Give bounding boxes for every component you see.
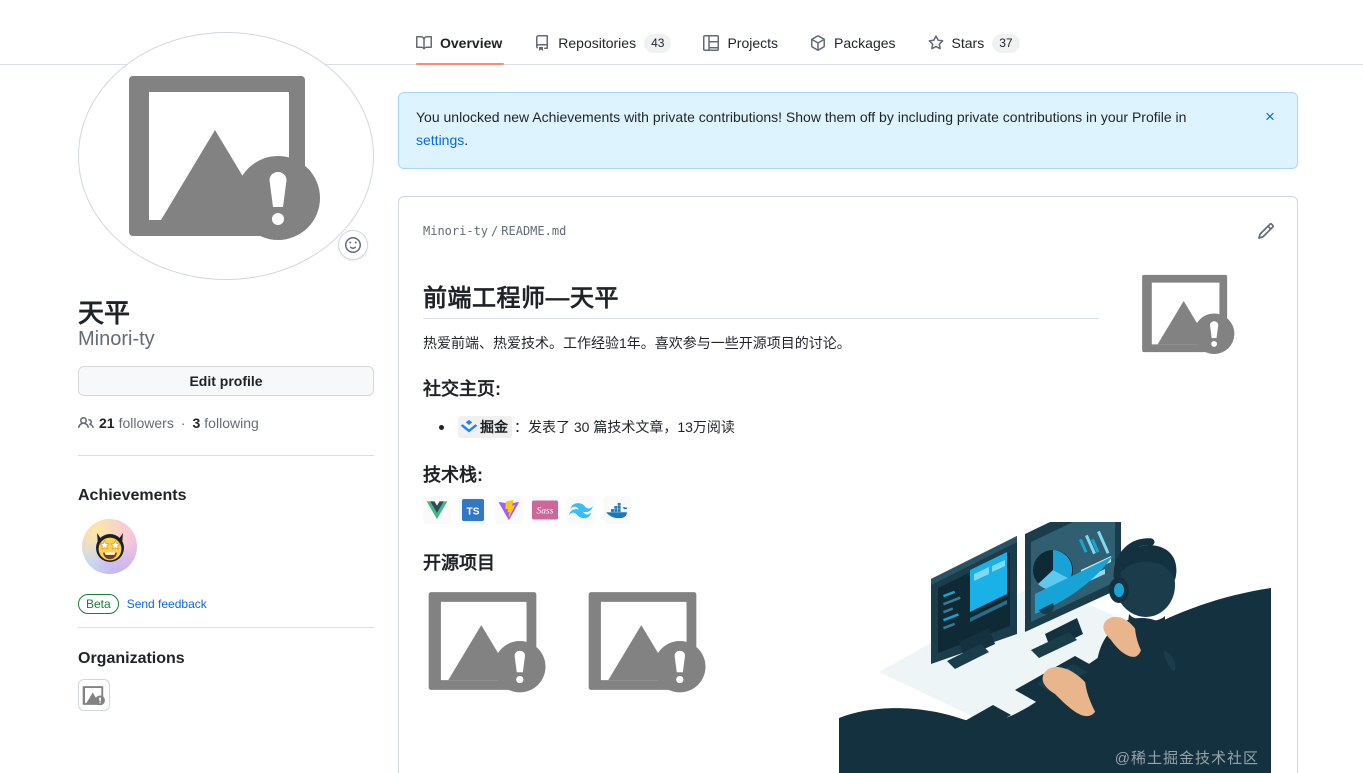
profile-name: 天平 — [78, 298, 131, 328]
watermark: @稀土掘金技术社区 — [1114, 750, 1259, 767]
banner-settings-link[interactable]: settings — [416, 132, 464, 148]
tab-stars-count: 37 — [992, 33, 1020, 53]
project-image-list — [423, 586, 713, 696]
beta-feedback-row: Beta Send feedback — [78, 594, 207, 614]
people-icon — [78, 415, 94, 431]
sidebar-divider-1 — [78, 455, 374, 456]
broken-image-icon — [82, 685, 105, 705]
tab-packages-label: Packages — [834, 35, 896, 51]
juejin-icon — [460, 419, 478, 435]
broken-image-icon — [588, 592, 706, 693]
tab-overview-label: Overview — [440, 35, 503, 51]
social-list-item: 掘金 ：发表了 30 篇技术文章，13万阅读 — [439, 416, 735, 438]
sidebar-divider-2 — [78, 627, 374, 628]
breadcrumb-owner[interactable]: Minori-ty — [423, 224, 488, 238]
section-projects-title: 开源项目 — [423, 553, 495, 573]
bullet-dot — [439, 424, 444, 430]
tab-stars[interactable]: Stars 37 — [912, 22, 1036, 64]
avatar[interactable] — [78, 32, 374, 280]
project-image[interactable] — [583, 586, 713, 696]
readme-header: Minori-ty / README.md — [399, 197, 1297, 246]
breadcrumb-separator: / — [491, 224, 499, 238]
heading-underline — [423, 318, 1099, 319]
banner-text-after: . — [464, 132, 469, 148]
breadcrumb: Minori-ty / README.md — [423, 224, 566, 238]
followers-link[interactable]: 21 followers — [99, 415, 174, 431]
beta-badge: Beta — [78, 594, 119, 614]
organizations-title: Organizations — [78, 650, 185, 667]
vue-icon[interactable] — [423, 496, 451, 524]
readme-heading: 前端工程师—天平 — [423, 285, 619, 312]
social-description: ：发表了 30 篇技术文章，13万阅读 — [514, 419, 735, 435]
broken-image-icon — [1142, 274, 1235, 355]
typescript-icon[interactable]: TS — [459, 496, 487, 524]
broken-image-icon — [129, 76, 320, 240]
table-icon — [703, 35, 720, 51]
edit-profile-button[interactable]: Edit profile — [78, 366, 374, 396]
pencil-icon[interactable] — [1257, 222, 1275, 240]
stats-separator: · — [180, 415, 186, 431]
broken-image-icon — [428, 592, 546, 693]
book-icon — [416, 35, 432, 51]
readme-card: Minori-ty / README.md 前端工程师—天平 热爱前端、热爱技术。工… — [398, 196, 1298, 773]
tab-repositories-count: 43 — [644, 33, 672, 53]
followers-count: 21 — [99, 415, 115, 431]
following-count: 3 — [192, 415, 201, 431]
tab-overview[interactable]: Overview — [416, 22, 518, 65]
juejin-label: 掘金 — [480, 419, 508, 435]
star-icon — [928, 35, 944, 51]
repo-icon — [534, 35, 550, 51]
tab-stars-label: Stars — [951, 35, 985, 51]
followers-stats: 21 followers · 3 following — [78, 415, 259, 431]
tech-stack-list: TS Sass — [423, 496, 631, 524]
readme-header-image[interactable] — [1139, 271, 1239, 361]
achievements-banner: You unlocked new Achievements with priva… — [398, 92, 1298, 169]
profile-login: Minori-ty — [78, 328, 155, 350]
banner-message: You unlocked new Achievements with priva… — [416, 106, 1216, 152]
tab-repositories[interactable]: Repositories 43 — [518, 22, 687, 64]
svg-text:Sass: Sass — [537, 506, 554, 516]
tab-packages[interactable]: Packages — [794, 22, 911, 64]
achievements-title: Achievements — [78, 487, 187, 504]
project-image[interactable] — [423, 586, 553, 696]
tailwind-icon[interactable] — [567, 496, 595, 524]
svg-text:TS: TS — [467, 507, 480, 518]
banner-text-before: You unlocked new Achievements with priva… — [416, 109, 1187, 125]
following-label: following — [204, 415, 259, 431]
profile-page: Overview Repositories 43 Projects Packag… — [0, 0, 1363, 773]
send-feedback-link[interactable]: Send feedback — [127, 597, 207, 611]
smiley-icon[interactable] — [338, 230, 368, 260]
following-link[interactable]: 3 following — [193, 415, 259, 431]
achievement-badge[interactable] — [82, 519, 137, 574]
followers-label: followers — [118, 415, 174, 431]
juejin-badge[interactable]: 掘金 — [458, 416, 512, 438]
vite-icon[interactable] — [495, 496, 523, 524]
breadcrumb-file[interactable]: README.md — [501, 224, 566, 238]
tab-repositories-label: Repositories — [558, 35, 637, 51]
avatar-container — [78, 32, 374, 280]
readme-intro: 热爱前端、热爱技术。工作经验1年。喜欢参与一些开源项目的讨论。 — [423, 335, 851, 351]
docker-icon[interactable] — [603, 496, 631, 524]
organization-avatar[interactable] — [78, 679, 110, 711]
star-struck-octocat-icon — [95, 532, 124, 562]
section-social-title: 社交主页: — [423, 379, 501, 399]
profile-nav: Overview Repositories 43 Projects Packag… — [416, 22, 1036, 65]
developer-illustration: @稀土掘金技术社区 — [839, 522, 1271, 773]
section-stack-title: 技术栈: — [423, 465, 483, 485]
tab-projects-label: Projects — [727, 35, 779, 51]
tab-projects[interactable]: Projects — [687, 22, 794, 64]
readme-body: 前端工程师—天平 热爱前端、热爱技术。工作经验1年。喜欢参与一些开源项目的讨论。… — [399, 246, 1297, 773]
package-icon — [810, 35, 826, 51]
sass-icon[interactable]: Sass — [531, 496, 559, 524]
close-icon[interactable]: × — [1255, 101, 1285, 131]
